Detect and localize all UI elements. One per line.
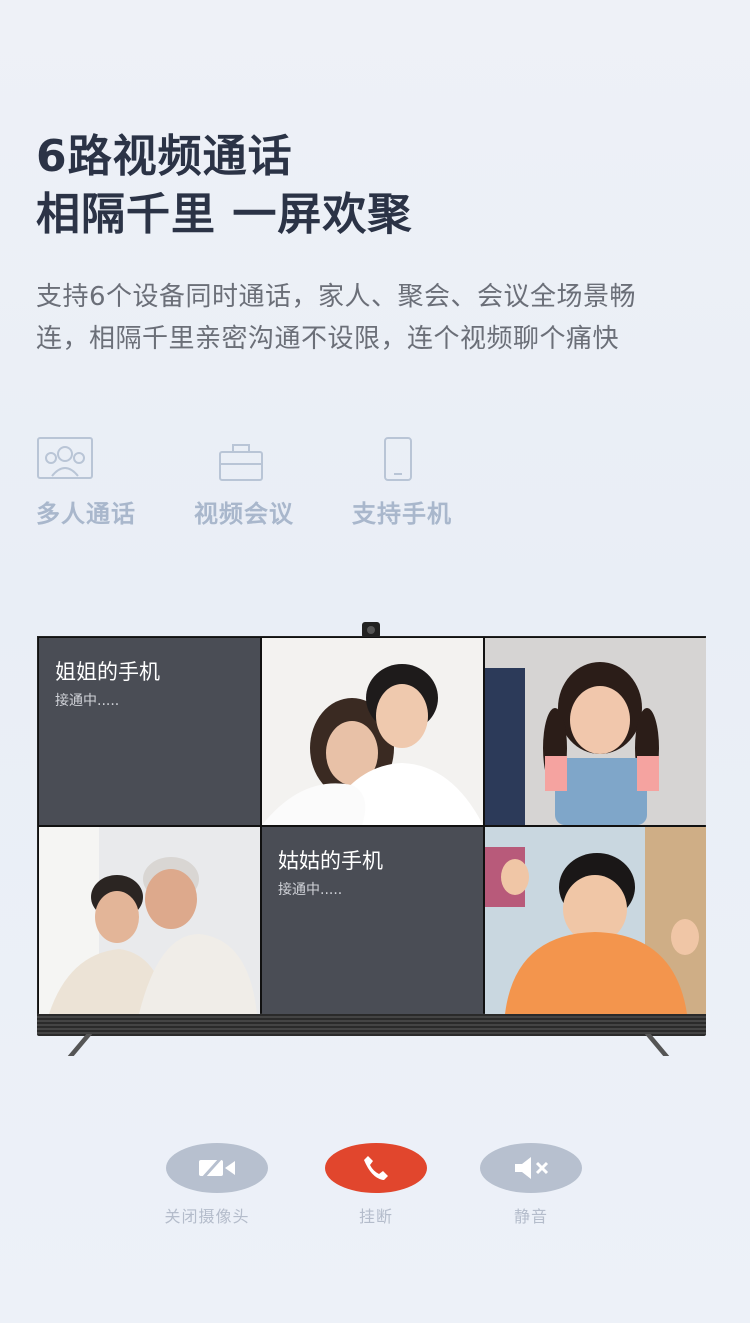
hang-up-label: 挂断: [358, 1207, 393, 1226]
hang-up-button[interactable]: [325, 1143, 427, 1193]
briefcase-icon: [194, 432, 264, 482]
video-call-grid: 姐姐的手机 接通中..... 姑姑的手机 接通中.....: [37, 636, 706, 1014]
camera-off-icon: [199, 1156, 235, 1180]
feature-video-conference: 视频会议: [186, 432, 344, 529]
video-tile-grandparents[interactable]: [39, 827, 260, 1014]
mute-icon: [515, 1157, 549, 1179]
mute-button[interactable]: [480, 1143, 582, 1193]
feature-mobile-support: 支持手机: [344, 432, 502, 529]
feature-label: 支持手机: [352, 500, 452, 528]
girl-image: [485, 638, 706, 825]
call-controls: 关闭摄像头 挂断 静音: [0, 1143, 750, 1243]
phone-icon: [352, 432, 414, 482]
video-tile-girl[interactable]: [485, 638, 706, 825]
headline-line-2: 相隔千里 一屏欢聚: [36, 189, 413, 240]
boy-image: [485, 827, 706, 1014]
call-tile-aunt[interactable]: 姑姑的手机 接通中.....: [262, 827, 483, 1014]
camera-off-button[interactable]: [166, 1143, 268, 1193]
tv-leg-right: [644, 1034, 670, 1056]
feature-list: 多人通话 视频会议 支持手机: [36, 432, 502, 529]
feature-label: 视频会议: [194, 500, 294, 528]
couple-image: [262, 638, 483, 825]
camera-off-control[interactable]: 关闭摄像头: [164, 1143, 268, 1227]
people-icon: [36, 432, 94, 482]
caller-name: 姑姑的手机: [278, 849, 383, 873]
grandparents-image: [39, 827, 260, 1014]
headline-line-1: 6路视频通话: [36, 131, 293, 182]
call-tile-sister[interactable]: 姐姐的手机 接通中.....: [39, 638, 260, 825]
call-status: 接通中.....: [278, 882, 343, 898]
hang-up-icon: [364, 1156, 388, 1180]
tv-leg-left: [67, 1034, 93, 1056]
hang-up-control[interactable]: 挂断: [325, 1143, 427, 1227]
headline: 6路视频通话 相隔千里 一屏欢聚: [36, 128, 412, 244]
caller-name: 姐姐的手机: [55, 660, 160, 684]
feature-multi-call: 多人通话: [36, 432, 186, 529]
camera-off-label: 关闭摄像头: [164, 1207, 250, 1226]
description: 支持6个设备同时通话，家人、聚会、会议全场景畅连，相隔千里亲密沟通不设限，连个视…: [36, 282, 637, 354]
video-tile-boy[interactable]: [485, 827, 706, 1014]
video-tile-couple[interactable]: [262, 638, 483, 825]
mute-label: 静音: [513, 1207, 548, 1226]
mute-control[interactable]: 静音: [480, 1143, 582, 1227]
feature-label: 多人通话: [36, 500, 136, 528]
tv-soundbar: [37, 1014, 706, 1036]
call-status: 接通中.....: [55, 693, 120, 709]
